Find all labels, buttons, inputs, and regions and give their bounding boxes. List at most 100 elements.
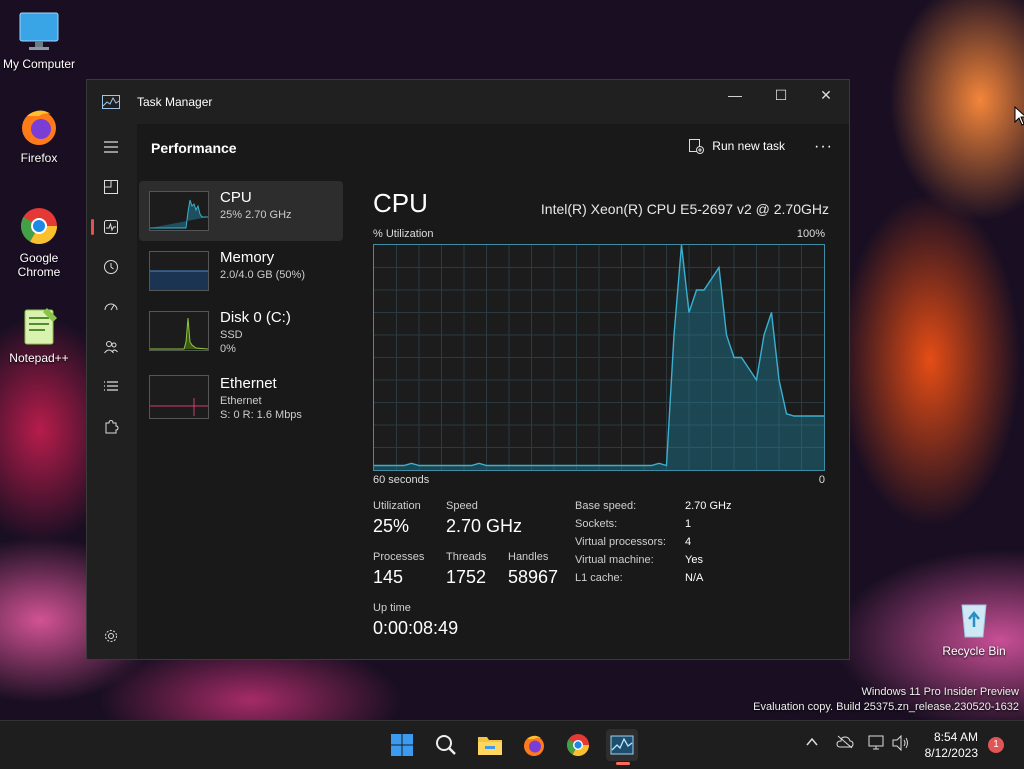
- device-list: CPU 25% 2.70 GHz Memory 2.0/4.0 GB (50%)…: [139, 181, 343, 425]
- minimize-button[interactable]: —: [712, 80, 758, 110]
- windows-start-icon: [391, 734, 413, 756]
- hamburger-menu-button[interactable]: [97, 133, 125, 161]
- window-title: Task Manager: [137, 95, 213, 109]
- device-ethernet[interactable]: Ethernet Ethernet S: 0 R: 1.6 Mbps: [139, 361, 343, 425]
- desktop-icon-label: Firefox: [20, 151, 58, 165]
- page-header: Performance Run new task ···: [137, 124, 849, 172]
- task-manager-icon: [610, 735, 634, 755]
- device-name: Memory: [220, 249, 275, 266]
- memory-thumbnail-graph: [149, 251, 209, 291]
- file-explorer-button[interactable]: [474, 729, 506, 761]
- device-detail: SSD: [220, 329, 243, 341]
- desktop-icon-chrome[interactable]: Google Chrome: [1, 204, 77, 279]
- device-detail: 25% 2.70 GHz: [220, 209, 292, 221]
- disk-thumbnail-graph: [149, 311, 209, 351]
- network-button[interactable]: [868, 735, 886, 754]
- virtual-processors-value: 4: [685, 536, 692, 548]
- history-icon: [104, 260, 118, 274]
- active-app-indicator: [616, 762, 630, 765]
- notification-badge[interactable]: 1: [988, 737, 1004, 753]
- performance-icon: [104, 220, 118, 234]
- maximize-button[interactable]: ☐: [758, 80, 804, 110]
- clock[interactable]: 8:54 AM 8/12/2023: [925, 729, 978, 761]
- nav-startup-apps[interactable]: [97, 293, 125, 321]
- page-title: Performance: [151, 140, 237, 156]
- nav-rail: [87, 124, 137, 659]
- device-usage: 0%: [220, 343, 236, 355]
- handles-value: 58967: [508, 567, 559, 587]
- utilization-label: Utilization: [373, 500, 421, 512]
- minimize-icon: —: [728, 87, 742, 103]
- device-name: Disk 0 (C:): [220, 309, 291, 326]
- close-icon: ✕: [820, 86, 832, 103]
- network-icon: [868, 735, 884, 750]
- uptime-value: 0:00:08:49: [373, 618, 459, 638]
- taskbar: 8:54 AM 8/12/2023 1: [0, 720, 1024, 769]
- device-memory[interactable]: Memory 2.0/4.0 GB (50%): [139, 241, 343, 301]
- threads-label: Threads: [446, 551, 487, 563]
- users-icon: [104, 341, 118, 354]
- virtual-processors-label: Virtual processors:: [575, 536, 666, 548]
- device-detail: 2.0/4.0 GB (50%): [220, 269, 305, 281]
- maximize-icon: ☐: [774, 86, 788, 103]
- active-indicator: [91, 219, 94, 235]
- firefox-icon: [524, 735, 544, 756]
- start-button[interactable]: [386, 729, 418, 761]
- nav-settings[interactable]: [97, 622, 125, 650]
- firefox-taskbar-button[interactable]: [518, 729, 550, 761]
- show-hidden-icons-button[interactable]: [805, 735, 819, 752]
- close-button[interactable]: ✕: [803, 80, 849, 110]
- nav-services[interactable]: [97, 413, 125, 441]
- run-new-task-button[interactable]: Run new task: [688, 138, 785, 154]
- volume-button[interactable]: [892, 734, 910, 754]
- task-manager-window: Task Manager — ☐ ✕ Performance Run new t…: [86, 79, 850, 660]
- base-speed-label: Base speed:: [575, 500, 637, 512]
- sockets-label: Sockets:: [575, 518, 618, 530]
- ethernet-thumbnail-graph: [149, 375, 209, 419]
- speaker-icon: [892, 734, 908, 752]
- desktop-icon-recycle-bin[interactable]: Recycle Bin: [936, 597, 1012, 658]
- desktop-icon-label: Google Chrome: [17, 251, 61, 279]
- watermark-build: Evaluation copy. Build 25375.zn_release.…: [753, 701, 1019, 713]
- desktop-icon-my-computer[interactable]: My Computer: [1, 10, 77, 71]
- more-options-button[interactable]: ···: [814, 138, 833, 156]
- onedrive-button[interactable]: [836, 735, 854, 752]
- base-speed-value: 2.70 GHz: [685, 500, 732, 512]
- watermark-edition: Windows 11 Pro Insider Preview: [861, 686, 1019, 698]
- search-button[interactable]: [430, 729, 462, 761]
- l1-cache-label: L1 cache:: [575, 572, 623, 584]
- title-bar[interactable]: Task Manager — ☐ ✕: [87, 80, 849, 124]
- run-new-task-label: Run new task: [712, 139, 785, 153]
- nav-users[interactable]: [97, 333, 125, 361]
- desktop-icon-label: My Computer: [2, 57, 76, 71]
- clock-time: 8:54 AM: [933, 730, 978, 744]
- cpu-chart-svg: [374, 244, 824, 470]
- handles-label: Handles: [508, 551, 549, 563]
- chrome-icon: [17, 204, 61, 248]
- device-cpu[interactable]: CPU 25% 2.70 GHz: [139, 181, 343, 241]
- uptime-label: Up time: [373, 602, 411, 614]
- cpu-model: Intel(R) Xeon(R) CPU E5-2697 v2 @ 2.70GH…: [540, 201, 829, 217]
- gear-icon: [105, 630, 117, 642]
- nav-app-history[interactable]: [97, 253, 125, 281]
- task-manager-taskbar-button[interactable]: [606, 729, 638, 761]
- device-disk[interactable]: Disk 0 (C:) SSD 0%: [139, 301, 343, 361]
- cpu-heading: CPU: [373, 188, 428, 218]
- chrome-taskbar-button[interactable]: [562, 729, 594, 761]
- content-pane: Performance Run new task ··· CPU 25% 2.7…: [137, 124, 849, 659]
- task-manager-icon: [102, 95, 120, 109]
- virtual-machine-label: Virtual machine:: [575, 554, 654, 566]
- threads-value: 1752: [446, 567, 487, 587]
- desktop-icon-notepadpp[interactable]: Notepad++: [1, 304, 77, 365]
- nav-details[interactable]: [97, 373, 125, 401]
- clock-date: 8/12/2023: [924, 746, 978, 760]
- nav-performance[interactable]: [97, 213, 125, 241]
- graph-max-label: 100%: [796, 228, 825, 240]
- device-name: Ethernet: [220, 375, 277, 392]
- cpu-utilization-graph: [373, 244, 825, 471]
- device-detail: Ethernet: [220, 395, 262, 407]
- nav-processes[interactable]: [97, 173, 125, 201]
- mouse-cursor-icon: [1014, 106, 1024, 126]
- recycle-bin-icon: [952, 597, 996, 641]
- desktop-icon-firefox[interactable]: Firefox: [1, 104, 77, 165]
